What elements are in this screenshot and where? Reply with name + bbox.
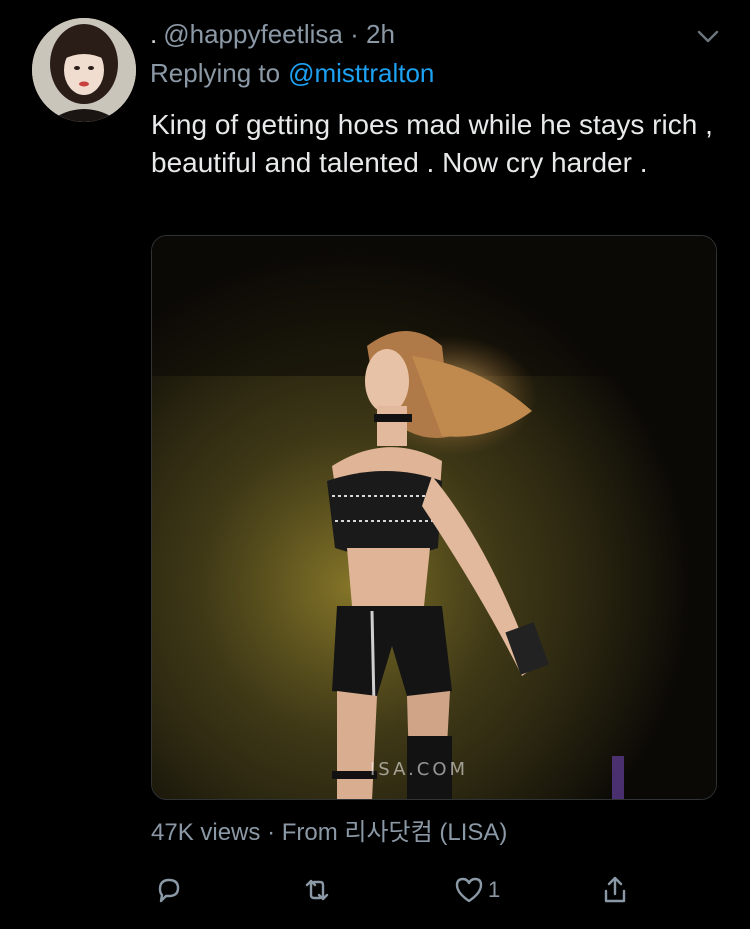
avatar[interactable] bbox=[32, 18, 136, 122]
tweet-media[interactable]: ISA.COM bbox=[151, 235, 717, 800]
views-and-source: 47K views · From 리사닷컴 (LISA) bbox=[151, 818, 507, 848]
media-watermark: ISA.COM bbox=[370, 759, 469, 780]
share-button[interactable] bbox=[598, 868, 632, 912]
tweet-text: King of getting hoes mad while he stays … bbox=[151, 109, 713, 178]
heart-icon bbox=[455, 877, 483, 903]
replying-to: Replying to @misttralton bbox=[150, 57, 434, 89]
media-source[interactable]: From 리사닷컴 (LISA) bbox=[282, 819, 508, 846]
source-separator: · bbox=[267, 819, 276, 846]
tweet[interactable]: . @happyfeetlisa · 2h Replying to @misttra… bbox=[0, 0, 750, 929]
media-image bbox=[152, 236, 716, 799]
chevron-down-icon[interactable] bbox=[694, 22, 722, 50]
avatar-image bbox=[32, 18, 136, 122]
reply-bubble-icon bbox=[158, 878, 180, 903]
reply-button[interactable] bbox=[152, 868, 186, 912]
mention-link[interactable]: @misttralton bbox=[288, 58, 434, 88]
like-count: 1 bbox=[488, 877, 501, 902]
timestamp[interactable]: 2h bbox=[366, 19, 395, 49]
retweet-button[interactable] bbox=[300, 868, 334, 912]
retweet-icon bbox=[305, 879, 329, 901]
like-button[interactable]: 1 bbox=[452, 868, 500, 912]
share-icon bbox=[604, 876, 626, 903]
action-bar: 1 bbox=[0, 868, 750, 912]
view-count: 47K views bbox=[151, 819, 261, 846]
time-separator: · bbox=[350, 19, 359, 49]
tweet-header: . @happyfeetlisa · 2h bbox=[150, 18, 395, 50]
display-name[interactable]: . bbox=[150, 19, 157, 49]
replying-prefix: Replying to bbox=[150, 58, 281, 88]
handle[interactable]: @happyfeetlisa bbox=[163, 19, 343, 49]
